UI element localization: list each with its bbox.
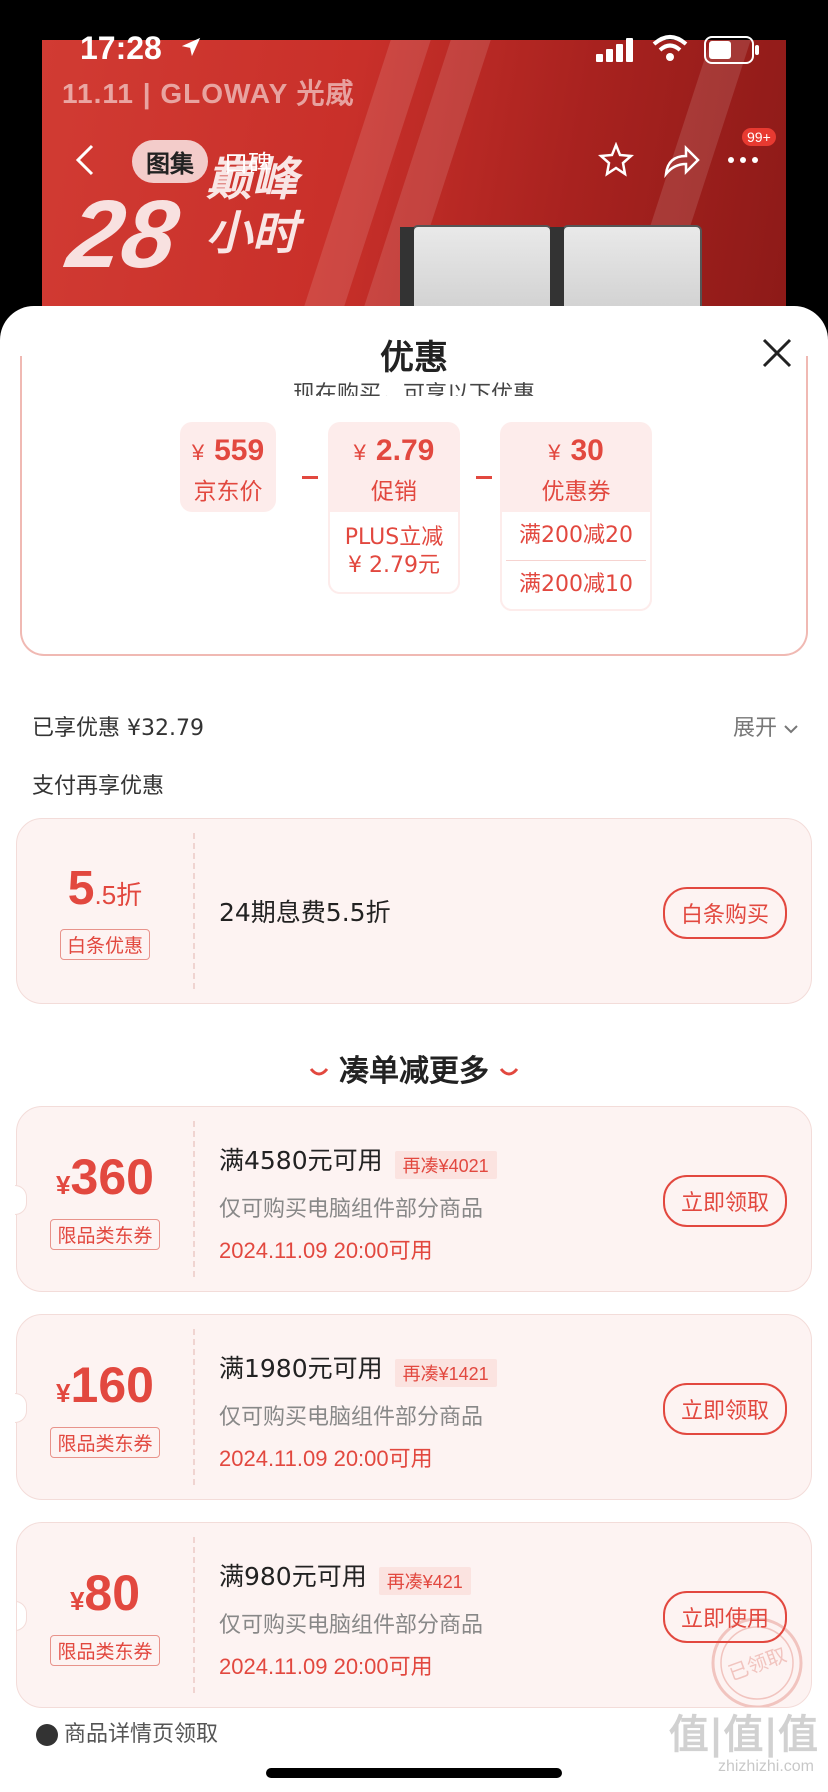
signal-icon bbox=[596, 38, 633, 62]
coupon-detail: 满200减20 满200减10 bbox=[500, 512, 652, 611]
enjoyed-discount: 已享优惠 ¥32.79 bbox=[32, 716, 204, 741]
price-box-coupon: ¥30 优惠券 满200减20 满200减10 bbox=[500, 422, 652, 611]
baitiao-discount: 5 bbox=[67, 862, 95, 915]
coupon-condition: 满1980元可用 bbox=[219, 1354, 383, 1383]
coupon-tag: 限品类东券 bbox=[50, 1635, 160, 1666]
smile-icon bbox=[309, 1067, 329, 1075]
coupon-amount: 80 bbox=[84, 1565, 141, 1621]
use-coupon-button[interactable]: 立即使用 bbox=[662, 1591, 787, 1643]
star-icon[interactable] bbox=[598, 142, 634, 178]
coupon-scope: 仅可购买电脑组件部分商品 bbox=[219, 1404, 484, 1430]
coupon-detail-line: 满200减20 bbox=[519, 523, 633, 548]
coupon-amount: 360 bbox=[70, 1149, 154, 1205]
price-box-jd: ¥559 京东价 bbox=[180, 422, 276, 512]
more-icon[interactable] bbox=[726, 150, 760, 170]
coupon-condition: 满980元可用 bbox=[219, 1562, 367, 1591]
coupon-date: 2024.11.09 20:00可用 bbox=[219, 1445, 433, 1471]
jd-price-label: 京东价 bbox=[193, 479, 263, 505]
expand-button[interactable]: 展开 bbox=[733, 710, 798, 742]
promo-label: 促销 bbox=[371, 479, 417, 505]
coupon-dot-icon bbox=[36, 1724, 58, 1746]
promo-detail: PLUS立减 ¥ 2.79元 bbox=[328, 512, 460, 594]
home-indicator bbox=[266, 1768, 562, 1778]
claim-coupon-button[interactable]: 立即领取 bbox=[662, 1383, 787, 1435]
message-badge: 99+ bbox=[742, 128, 776, 146]
minus-sign bbox=[302, 476, 318, 479]
price-calc-card: 现在购买，可享以下优惠 ¥559 京东价 ¥2.79 促销 PLUS立减 ¥ 2… bbox=[20, 356, 808, 656]
footer-note: 商品详情页领取 bbox=[36, 1716, 218, 1748]
baitiao-desc: 24期息费5.5折 bbox=[219, 898, 391, 927]
watermark: 值|值|值 bbox=[668, 1712, 818, 1758]
tab-reviews[interactable]: 口碑 bbox=[224, 144, 272, 179]
watermark-sub: zhizhizhi.com bbox=[717, 1758, 814, 1775]
promo-price: 2.79 bbox=[375, 434, 435, 467]
baitiao-card: 5.5折 白条优惠 24期息费5.5折 白条购买 bbox=[16, 818, 812, 1004]
coupon-detail-line: 满200减10 bbox=[506, 560, 646, 609]
coupon-scope: 仅可购买电脑组件部分商品 bbox=[219, 1196, 484, 1222]
coupon-extra: 再凑¥1421 bbox=[394, 1358, 497, 1387]
claim-coupon-button[interactable]: 立即领取 bbox=[662, 1175, 787, 1227]
battery-icon bbox=[704, 36, 759, 64]
stamp-text: 已领取 bbox=[725, 1642, 790, 1685]
more-discount-title: 凑单减更多 bbox=[0, 1046, 828, 1090]
price-box-promo: ¥2.79 促销 PLUS立减 ¥ 2.79元 bbox=[328, 422, 460, 594]
chevron-down-icon bbox=[784, 725, 798, 734]
product-header: 11.11 | GLOWAY 光威 28 巅峰小时 17:28 图集 口碑 99… bbox=[0, 0, 828, 330]
discount-sheet: 优惠 现在购买，可享以下优惠 ¥559 京东价 ¥2.79 促销 PLUS立减 … bbox=[0, 306, 828, 1792]
status-time: 17:28 bbox=[80, 30, 162, 66]
pay-more-title: 支付再享优惠 bbox=[32, 774, 165, 799]
product-nav: 图集 口碑 99+ bbox=[0, 128, 828, 190]
coupon-card: ¥160 限品类东券 满1980元可用 再凑¥1421 仅可购买电脑组件部分商品 … bbox=[15, 1314, 812, 1500]
location-arrow-icon bbox=[181, 37, 201, 57]
baitiao-buy-button[interactable]: 白条购买 bbox=[662, 887, 787, 939]
promo-number: 28 bbox=[60, 181, 187, 288]
coupon-extra: 再凑¥4021 bbox=[394, 1150, 497, 1179]
baitiao-tag: 白条优惠 bbox=[59, 929, 150, 960]
baitiao-discount-small: .5折 bbox=[94, 880, 143, 910]
wifi-icon bbox=[652, 35, 688, 61]
coupon-price: 30 bbox=[570, 434, 604, 467]
status-bar: 17:28 bbox=[0, 0, 828, 100]
promo-detail-line: ¥ 2.79元 bbox=[348, 553, 440, 578]
back-icon[interactable] bbox=[70, 142, 100, 178]
share-icon[interactable] bbox=[662, 142, 700, 178]
coupon-extra: 再凑¥421 bbox=[378, 1566, 471, 1595]
smile-icon bbox=[499, 1067, 519, 1075]
coupon-date: 2024.11.09 20:00可用 bbox=[219, 1237, 433, 1263]
coupon-scope: 仅可购买电脑组件部分商品 bbox=[219, 1612, 484, 1638]
coupon-condition: 满4580元可用 bbox=[219, 1146, 383, 1175]
coupon-amount: 160 bbox=[70, 1357, 154, 1413]
tab-gallery[interactable]: 图集 bbox=[132, 140, 208, 183]
jd-price: 559 bbox=[214, 434, 265, 467]
baitiao-left: 5.5折 白条优惠 bbox=[17, 819, 193, 1005]
promo-detail-line: PLUS立减 bbox=[344, 525, 444, 550]
coupon-tag: 限品类东券 bbox=[50, 1219, 160, 1250]
coupon-card: ¥360 限品类东券 满4580元可用 再凑¥4021 仅可购买电脑组件部分商品 … bbox=[15, 1106, 812, 1292]
coupon-date: 2024.11.09 20:00可用 bbox=[219, 1653, 433, 1679]
coupon-label: 优惠券 bbox=[541, 479, 611, 505]
minus-sign bbox=[476, 476, 492, 479]
coupon-tag: 限品类东券 bbox=[50, 1427, 160, 1458]
coupon-card: ¥80 限品类东券 满980元可用 再凑¥421 仅可购买电脑组件部分商品 202… bbox=[16, 1522, 812, 1708]
